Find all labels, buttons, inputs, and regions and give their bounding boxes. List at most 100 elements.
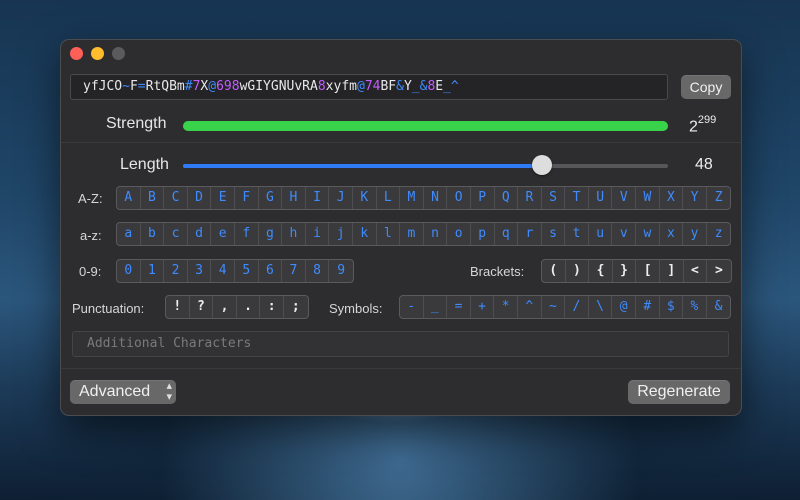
lowercase-toggle[interactable]: y <box>683 223 707 245</box>
uppercase-toggle[interactable]: V <box>612 187 637 209</box>
punctuation-toggle[interactable]: , <box>213 296 237 318</box>
uppercase-toggle[interactable]: K <box>353 187 377 209</box>
close-window-button[interactable] <box>70 47 83 60</box>
uppercase-toggle[interactable]: E <box>211 187 235 209</box>
lowercase-toggle[interactable]: z <box>707 223 731 245</box>
digits-toggle[interactable]: 0 <box>117 260 141 282</box>
uppercase-toggle[interactable]: F <box>235 187 259 209</box>
copy-button[interactable]: Copy <box>681 75 731 99</box>
brackets-toggle[interactable]: } <box>613 260 637 282</box>
lowercase-toggle[interactable]: g <box>259 223 283 245</box>
lowercase-toggle[interactable]: t <box>565 223 589 245</box>
symbols-toggle[interactable]: * <box>494 296 518 318</box>
brackets-toggle[interactable]: ] <box>660 260 684 282</box>
uppercase-toggle[interactable]: U <box>589 187 613 209</box>
uppercase-toggle[interactable]: C <box>164 187 188 209</box>
lowercase-toggle[interactable]: v <box>612 223 637 245</box>
punctuation-toggle[interactable]: ; <box>284 296 308 318</box>
regenerate-button[interactable]: Regenerate <box>628 380 730 404</box>
brackets-toggle[interactable]: ( <box>542 260 566 282</box>
additional-characters-input[interactable]: Additional Characters <box>72 331 729 357</box>
uppercase-toggle[interactable]: W <box>636 187 660 209</box>
uppercase-toggle[interactable]: B <box>141 187 165 209</box>
lowercase-toggle[interactable]: x <box>660 223 684 245</box>
uppercase-toggle[interactable]: Q <box>495 187 519 209</box>
uppercase-toggle[interactable]: M <box>400 187 424 209</box>
minimize-window-button[interactable] <box>91 47 104 60</box>
lowercase-toggle[interactable]: f <box>235 223 259 245</box>
digits-toggle[interactable]: 1 <box>141 260 165 282</box>
symbols-toggle[interactable]: ~ <box>542 296 566 318</box>
uppercase-toggle[interactable]: N <box>424 187 448 209</box>
lowercase-toggle[interactable]: u <box>589 223 613 245</box>
punctuation-toggle[interactable]: ? <box>190 296 214 318</box>
symbols-toggle[interactable]: & <box>707 296 731 318</box>
lowercase-toggle[interactable]: l <box>377 223 401 245</box>
lowercase-toggle[interactable]: q <box>495 223 519 245</box>
uppercase-toggle[interactable]: Z <box>707 187 731 209</box>
digits-toggle[interactable]: 6 <box>259 260 283 282</box>
length-slider[interactable] <box>183 164 668 168</box>
uppercase-toggle[interactable]: S <box>542 187 566 209</box>
punctuation-toggle[interactable]: : <box>260 296 284 318</box>
uppercase-toggle[interactable]: P <box>471 187 495 209</box>
symbols-toggle[interactable]: % <box>683 296 707 318</box>
uppercase-toggle[interactable]: X <box>660 187 684 209</box>
symbols-toggle[interactable]: _ <box>424 296 448 318</box>
uppercase-toggle[interactable]: G <box>259 187 283 209</box>
zoom-window-button[interactable] <box>112 47 125 60</box>
advanced-popup-button[interactable]: Advanced ▴ ▾ <box>70 380 176 404</box>
lowercase-toggle[interactable]: e <box>211 223 235 245</box>
brackets-toggle[interactable]: [ <box>636 260 660 282</box>
punctuation-toggle[interactable]: ! <box>166 296 190 318</box>
lowercase-toggle[interactable]: j <box>329 223 353 245</box>
digits-toggle[interactable]: 7 <box>282 260 306 282</box>
lowercase-toggle[interactable]: w <box>636 223 660 245</box>
uppercase-toggle[interactable]: L <box>377 187 401 209</box>
uppercase-toggle[interactable]: J <box>329 187 353 209</box>
digits-toggle[interactable]: 3 <box>188 260 212 282</box>
uppercase-toggle[interactable]: H <box>282 187 306 209</box>
symbols-toggle[interactable]: @ <box>612 296 636 318</box>
lowercase-toggle[interactable]: k <box>353 223 377 245</box>
uppercase-toggle[interactable]: R <box>518 187 542 209</box>
lowercase-toggle[interactable]: a <box>117 223 141 245</box>
lowercase-toggle[interactable]: c <box>164 223 188 245</box>
lowercase-toggle[interactable]: d <box>188 223 212 245</box>
symbols-toggle[interactable]: ^ <box>518 296 542 318</box>
uppercase-toggle[interactable]: Y <box>683 187 707 209</box>
symbols-toggle[interactable]: - <box>400 296 424 318</box>
lowercase-toggle[interactable]: o <box>447 223 471 245</box>
brackets-toggle[interactable]: < <box>684 260 708 282</box>
lowercase-toggle[interactable]: s <box>542 223 566 245</box>
uppercase-toggle[interactable]: D <box>188 187 212 209</box>
generated-password-field[interactable]: yfJCO~F=RtQBm#7X@698wGIYGNUvRA8xyfm@74BF… <box>70 74 668 100</box>
lowercase-toggle[interactable]: m <box>400 223 424 245</box>
uppercase-toggle[interactable]: O <box>447 187 471 209</box>
digits-toggle[interactable]: 9 <box>329 260 353 282</box>
lowercase-toggle[interactable]: r <box>518 223 542 245</box>
uppercase-toggle[interactable]: A <box>117 187 141 209</box>
symbols-toggle[interactable]: $ <box>660 296 684 318</box>
brackets-toggle[interactable]: ) <box>566 260 590 282</box>
lowercase-toggle[interactable]: i <box>306 223 330 245</box>
punctuation-toggle[interactable]: . <box>237 296 261 318</box>
digits-toggle[interactable]: 8 <box>306 260 330 282</box>
lowercase-toggle[interactable]: p <box>471 223 495 245</box>
lowercase-toggle[interactable]: n <box>424 223 448 245</box>
brackets-toggle[interactable]: { <box>589 260 613 282</box>
symbols-toggle[interactable]: + <box>471 296 495 318</box>
uppercase-toggle[interactable]: T <box>565 187 589 209</box>
lowercase-toggle[interactable]: h <box>282 223 306 245</box>
digits-toggle[interactable]: 4 <box>211 260 235 282</box>
symbols-toggle[interactable]: = <box>447 296 471 318</box>
symbols-toggle[interactable]: # <box>636 296 660 318</box>
digits-toggle[interactable]: 5 <box>235 260 259 282</box>
digits-toggle[interactable]: 2 <box>164 260 188 282</box>
symbols-toggle[interactable]: \ <box>589 296 613 318</box>
lowercase-toggle[interactable]: b <box>141 223 165 245</box>
brackets-toggle[interactable]: > <box>707 260 731 282</box>
length-slider-knob[interactable] <box>531 155 552 175</box>
symbols-toggle[interactable]: / <box>565 296 589 318</box>
uppercase-toggle[interactable]: I <box>306 187 330 209</box>
